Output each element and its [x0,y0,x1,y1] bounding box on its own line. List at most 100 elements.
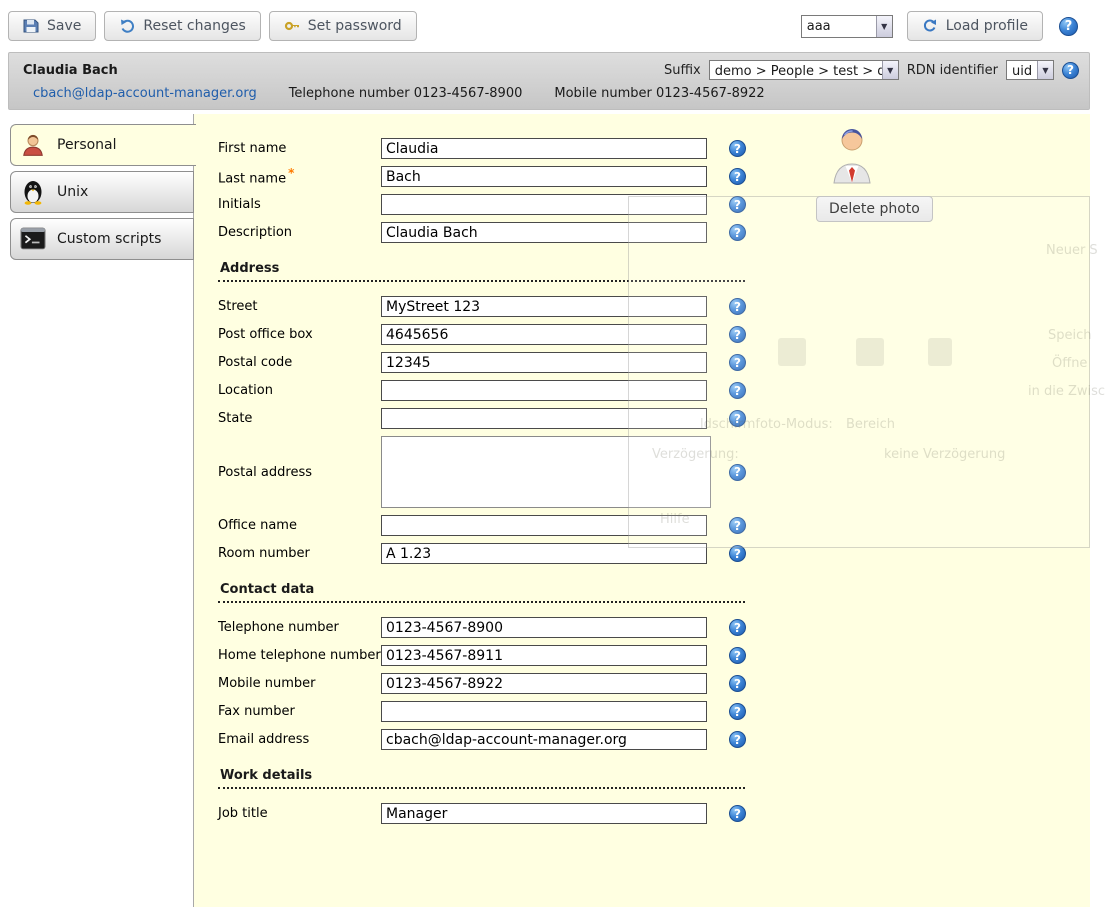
suffix-select[interactable]: demo > People > test > de ▼ [709,60,899,80]
field-label-text: Mobile number [218,676,316,691]
header-row-bottom: cbach@ldap-account-manager.org Telephone… [9,83,1089,109]
form-row: Postal address ? [218,436,1090,508]
help-icon[interactable]: ? [729,545,746,562]
help-icon[interactable]: ? [729,517,746,534]
chevron-down-icon[interactable]: ▼ [882,61,898,79]
module-sidebar: Personal Unix [8,114,194,907]
help-icon[interactable]: ? [729,168,746,185]
text-input[interactable] [381,324,707,345]
field-label-text: Initials [218,197,261,212]
field-label-text: First name [218,141,286,156]
textarea-input[interactable] [381,436,711,508]
text-input[interactable] [381,352,707,373]
help-icon[interactable]: ? [729,731,746,748]
text-input[interactable] [381,729,707,750]
help-icon[interactable]: ? [729,464,746,481]
text-input[interactable] [381,803,707,824]
field-label-text: Home telephone number [218,648,381,663]
suffix-label: Suffix [664,63,701,78]
help-icon[interactable]: ? [729,619,746,636]
form-row: Last name* ? [218,166,1090,187]
form-row: Room number ? [218,543,1090,564]
help-icon[interactable]: ? [729,675,746,692]
account-email-link[interactable]: cbach@ldap-account-manager.org [33,86,257,101]
text-input[interactable] [381,515,707,536]
form-row: Initials ? [218,194,1090,215]
text-input[interactable] [381,380,707,401]
text-input[interactable] [381,222,707,243]
sidebar-item-label: Personal [57,137,117,153]
account-header: Claudia Bach Suffix demo > People > test… [8,52,1090,110]
field-label: First name [218,141,381,156]
sidebar-item-personal[interactable]: Personal [10,124,196,166]
chevron-down-icon[interactable]: ▼ [876,16,892,37]
text-input[interactable] [381,408,707,429]
form-section: Contact data Telephone number ? Home tel… [218,582,1090,750]
suffix-select-value: demo > People > test > de [710,61,882,79]
profile-select[interactable]: aaa ▼ [801,15,893,38]
help-icon[interactable]: ? [729,382,746,399]
field-label-text: Email address [218,732,309,747]
text-input[interactable] [381,701,707,722]
form-section: Work details Job title ? [218,768,1090,824]
help-icon[interactable]: ? [729,354,746,371]
account-title: Claudia Bach [23,63,118,78]
help-icon[interactable]: ? [729,647,746,664]
chevron-down-icon[interactable]: ▼ [1037,61,1053,79]
text-input[interactable] [381,166,707,187]
help-icon[interactable]: ? [1059,17,1078,36]
field-label-text: Fax number [218,704,295,719]
reset-changes-label: Reset changes [143,18,245,34]
photo-block: Delete photo [816,126,936,222]
help-icon[interactable]: ? [729,140,746,157]
field-label-text: Postal code [218,355,292,370]
help-icon[interactable]: ? [729,805,746,822]
form-row: Street ? [218,296,1090,317]
text-input[interactable] [381,673,707,694]
field-label: State [218,411,381,426]
save-label: Save [47,18,81,34]
help-icon[interactable]: ? [729,326,746,343]
form-row: Email address ? [218,729,1090,750]
set-password-label: Set password [308,18,402,34]
form-row: Fax number ? [218,701,1090,722]
field-label: Mobile number [218,676,381,691]
set-password-button[interactable]: Set password [269,11,417,41]
field-label: Job title [218,806,381,821]
form-row: Job title ? [218,803,1090,824]
text-input[interactable] [381,296,707,317]
text-input[interactable] [381,138,707,159]
field-label-text: Telephone number [218,620,339,635]
text-input[interactable] [381,645,707,666]
field-label-text: State [218,411,252,426]
load-profile-button[interactable]: Load profile [907,11,1043,41]
text-input[interactable] [381,194,707,215]
delete-photo-button[interactable]: Delete photo [816,196,933,222]
help-icon[interactable]: ? [729,703,746,720]
help-icon[interactable]: ? [729,224,746,241]
form-row: State ? [218,408,1090,429]
personal-fields: First name ? Last name* ? Initials ? Des… [218,138,1090,243]
help-icon[interactable]: ? [729,298,746,315]
reset-changes-button[interactable]: Reset changes [104,11,260,41]
help-icon[interactable]: ? [729,196,746,213]
rdn-select[interactable]: uid ▼ [1006,60,1054,80]
rdn-select-value: uid [1007,61,1037,79]
load-profile-label: Load profile [946,18,1028,34]
form-row: Mobile number ? [218,673,1090,694]
help-icon[interactable]: ? [1062,62,1079,79]
section-title: Contact data [218,582,745,603]
field-label-text: Room number [218,546,310,561]
field-label: Postal address [218,465,381,480]
help-icon[interactable]: ? [729,410,746,427]
field-label: Street [218,299,381,314]
terminal-icon [19,225,47,253]
section-fields: Job title ? [218,803,1090,824]
toolbar: Save Reset changes Set password aaa ▼ Lo… [0,0,1106,52]
sidebar-item-custom-scripts[interactable]: Custom scripts [10,218,194,260]
text-input[interactable] [381,617,707,638]
form-row: Location ? [218,380,1090,401]
sidebar-item-unix[interactable]: Unix [10,171,194,213]
text-input[interactable] [381,543,707,564]
save-button[interactable]: Save [8,11,96,41]
